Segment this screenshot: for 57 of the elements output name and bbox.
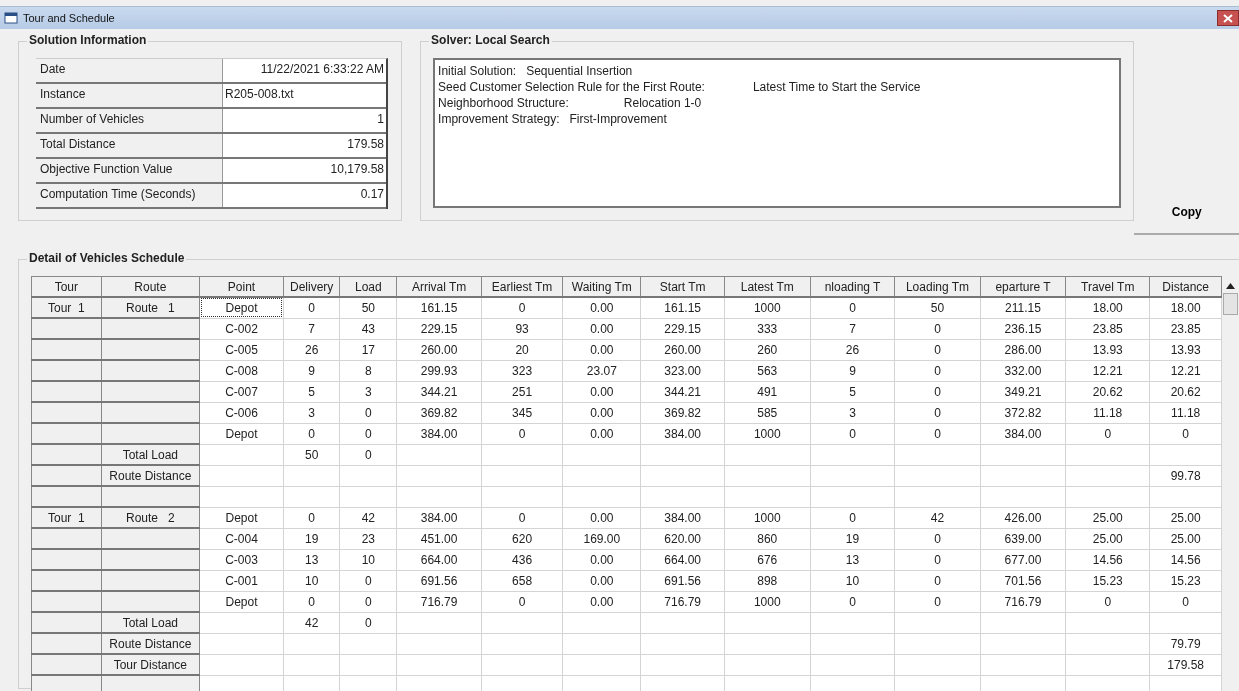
column-header[interactable]: Point: [199, 276, 284, 297]
solver-setting-value: Relocation 1-0: [623, 96, 702, 110]
column-header[interactable]: Earliest Tm: [481, 276, 563, 297]
table-cell: [31, 570, 102, 591]
column-header[interactable]: nloading T: [810, 276, 895, 297]
column-header[interactable]: Route: [101, 276, 200, 297]
solver-text-box[interactable]: Initial Solution: Sequential Insertion Seed Customer Selection Rule for the First Route: Latest Time to Start the Service Neighborhood Structure: Relocation 1-0 Improvement Strategy: First-Improvement: [433, 58, 1122, 208]
app-icon: [4, 12, 18, 24]
column-header[interactable]: Delivery: [283, 276, 340, 297]
table-cell: [31, 318, 102, 339]
solver-setting-label: Neighborhood Structure:: [438, 96, 569, 110]
table-cell: [31, 465, 102, 486]
table-cell: [31, 612, 102, 633]
solver-setting-label: Seed Customer Selection Rule for the First Route:: [438, 80, 705, 94]
table-cell: [31, 444, 102, 465]
group-title: Solver: Local Search: [429, 33, 552, 47]
table-cell: Tour 1: [31, 507, 102, 528]
table-cell: [31, 654, 102, 675]
column-header[interactable]: Travel Tm: [1065, 276, 1150, 297]
info-value: 1: [223, 109, 386, 132]
table-cell: [31, 591, 102, 612]
info-value: 0.17: [223, 184, 386, 207]
info-value: 179.58: [223, 134, 386, 157]
table-cell: [31, 423, 102, 444]
column-header[interactable]: Distance: [1149, 276, 1222, 297]
close-button[interactable]: [1217, 10, 1239, 26]
group-title: Detail of Vehicles Schedule: [27, 251, 187, 265]
table-cell: [31, 381, 102, 402]
solver-setting-label: Improvement Strategy:: [438, 112, 560, 126]
info-value: 11/22/2021 6:33:22 AM: [223, 59, 386, 82]
info-value: 10,179.58: [223, 159, 386, 182]
table-cell: [31, 339, 102, 360]
table-cell: [31, 360, 102, 381]
solver-setting-value: First-Improvement: [569, 112, 667, 126]
table-cell: [31, 486, 102, 507]
column-header[interactable]: Loading Tm: [894, 276, 981, 297]
solver-setting-value: Latest Time to Start the Service: [752, 80, 921, 94]
table-cell: [31, 528, 102, 549]
table-cell: [31, 633, 102, 654]
column-header[interactable]: Latest Tm: [724, 276, 811, 297]
solver-setting-value: Sequential Insertion: [526, 64, 633, 78]
table-cell: Tour 1: [31, 297, 102, 318]
solver-setting-label: Initial Solution:: [438, 64, 517, 78]
close-icon[interactable]: [1223, 13, 1233, 23]
column-header[interactable]: Arrival Tm: [396, 276, 482, 297]
scroll-up-icon[interactable]: [1226, 283, 1236, 289]
column-header[interactable]: Tour: [31, 276, 102, 297]
scrollbar-thumb[interactable]: [1223, 293, 1239, 315]
table-cell: [31, 549, 102, 570]
column-header[interactable]: Load: [339, 276, 397, 297]
group-title: Solution Information: [27, 33, 149, 47]
table-cell: [31, 402, 102, 423]
column-header[interactable]: eparture T: [980, 276, 1066, 297]
column-header[interactable]: Waiting Tm: [562, 276, 641, 297]
info-value: R205-008.txt: [223, 84, 386, 107]
window-title: Tour and Schedule: [23, 12, 116, 24]
column-header[interactable]: Start Tm: [640, 276, 725, 297]
